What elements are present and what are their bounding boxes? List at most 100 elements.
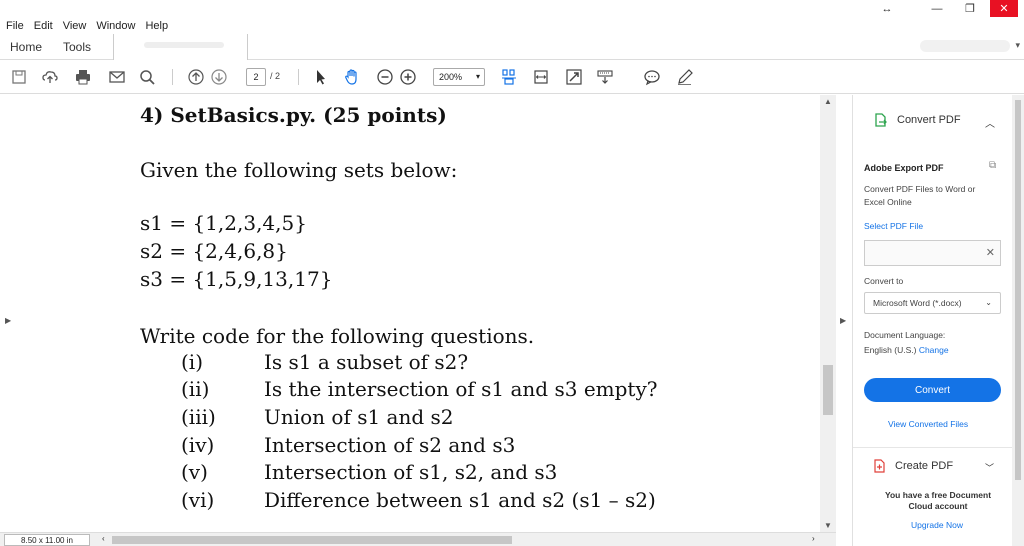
left-panel-toggle-icon[interactable]: ▶ bbox=[5, 316, 11, 325]
chevron-down-icon: ▾ bbox=[475, 72, 480, 81]
scroll-up-icon[interactable]: ▲ bbox=[824, 97, 832, 106]
tab-tools[interactable]: Tools bbox=[63, 34, 91, 60]
scroll-right-icon[interactable]: › bbox=[812, 534, 815, 543]
set-s3: s3 = {1,5,9,13,17} bbox=[140, 267, 333, 291]
title-bar: ↔ — ❐ ✕ bbox=[0, 0, 1024, 17]
close-button[interactable]: ✕ bbox=[990, 0, 1018, 17]
question-number: (v) bbox=[181, 460, 208, 484]
question-text: Union of s1 and s2 bbox=[264, 405, 454, 429]
toolbar: 2 / 2 200% ▾ bbox=[0, 60, 1024, 94]
tools-pane: Convert PDF ︿ Adobe Export PDF ⧉ Convert… bbox=[852, 95, 1013, 546]
create-pdf-header[interactable]: Create PDF bbox=[873, 459, 953, 473]
comment-icon[interactable] bbox=[643, 68, 661, 86]
scroll-left-icon[interactable]: ‹ bbox=[102, 534, 105, 543]
view-converted-files-link[interactable]: View Converted Files bbox=[888, 419, 968, 429]
question-text: Difference between s1 and s2 (s1 – s2) bbox=[264, 488, 656, 512]
document-language-label: Document Language: bbox=[864, 330, 946, 340]
scroll-mode-icon[interactable] bbox=[596, 68, 614, 86]
zoom-value: 200% bbox=[439, 72, 463, 82]
question-heading: 4) SetBasics.py. (25 points) bbox=[140, 103, 447, 127]
question-number: (iii) bbox=[181, 405, 216, 429]
tab-bar: Home Tools ▾ bbox=[0, 34, 1024, 60]
document-language-value: English (U.S.) bbox=[864, 345, 917, 355]
clear-file-icon[interactable]: ✕ bbox=[986, 246, 995, 259]
zoom-out-icon[interactable] bbox=[376, 68, 394, 86]
scrollbar-thumb[interactable] bbox=[823, 365, 833, 415]
horizontal-scrollbar-thumb[interactable] bbox=[112, 536, 512, 544]
pane-scrollbar[interactable] bbox=[1012, 95, 1024, 546]
menu-window[interactable]: Window bbox=[96, 20, 135, 32]
tab-home[interactable]: Home bbox=[10, 34, 42, 60]
format-select[interactable]: Microsoft Word (*.docx) ⌄ bbox=[864, 292, 1001, 314]
menu-help[interactable]: Help bbox=[145, 20, 168, 32]
right-panel-toggle-icon[interactable]: ▶ bbox=[840, 316, 846, 325]
status-bar: 8.50 x 11.00 in ‹ › bbox=[0, 532, 836, 546]
upgrade-now-link[interactable]: Upgrade Now bbox=[911, 520, 963, 530]
convert-pdf-header[interactable]: Convert PDF bbox=[873, 112, 961, 128]
menu-edit[interactable]: Edit bbox=[34, 20, 53, 32]
create-pdf-icon bbox=[874, 459, 885, 473]
question-text: Intersection of s1, s2, and s3 bbox=[264, 460, 558, 484]
chevron-down-icon[interactable]: ﹀ bbox=[985, 461, 994, 474]
question-text: Is s1 a subset of s2? bbox=[264, 350, 469, 374]
questions-intro: Write code for the following questions. bbox=[140, 324, 535, 348]
set-s2: s2 = {2,4,6,8} bbox=[140, 239, 288, 263]
pane-scrollbar-thumb[interactable] bbox=[1015, 100, 1021, 480]
print-icon[interactable] bbox=[74, 68, 92, 86]
menu-bar: File Edit View Window Help bbox=[0, 17, 1024, 34]
question-number: (ii) bbox=[181, 377, 210, 401]
selected-file-field[interactable]: ✕ bbox=[864, 240, 1001, 266]
scroll-down-icon[interactable]: ▼ bbox=[824, 521, 832, 530]
resize-icon[interactable]: ↔ bbox=[872, 0, 902, 17]
pen-icon[interactable] bbox=[676, 68, 694, 86]
free-account-notice: You have a free Document Cloud account bbox=[884, 490, 992, 511]
toolbar-divider bbox=[298, 69, 299, 85]
copy-icon: ⧉ bbox=[989, 160, 997, 171]
page-size-indicator: 8.50 x 11.00 in bbox=[4, 534, 90, 546]
question-number: (i) bbox=[181, 350, 204, 374]
document-tab[interactable] bbox=[113, 34, 248, 60]
page-total: / 2 bbox=[270, 71, 281, 81]
format-value: Microsoft Word (*.docx) bbox=[873, 298, 962, 308]
search-icon[interactable] bbox=[138, 68, 156, 86]
menu-view[interactable]: View bbox=[63, 20, 87, 32]
chevron-down-icon: ⌄ bbox=[985, 298, 992, 307]
convert-pdf-title: Convert PDF bbox=[897, 114, 961, 126]
maximize-button[interactable]: ❐ bbox=[955, 0, 985, 17]
zoom-select[interactable]: 200% ▾ bbox=[433, 68, 485, 86]
fit-width-icon[interactable] bbox=[532, 68, 550, 86]
upload-cloud-icon[interactable] bbox=[41, 68, 59, 86]
toolbar-divider bbox=[172, 69, 173, 85]
document-language: Document Language: English (U.S.) Change bbox=[864, 328, 949, 358]
email-icon[interactable] bbox=[108, 68, 126, 86]
minimize-button[interactable]: — bbox=[922, 0, 952, 17]
chevron-down-icon[interactable]: ▾ bbox=[1015, 40, 1020, 51]
export-pdf-title: Adobe Export PDF bbox=[864, 163, 944, 173]
question-number: (vi) bbox=[181, 488, 215, 512]
document-tab-title bbox=[144, 42, 224, 48]
fit-page-icon[interactable] bbox=[500, 68, 518, 86]
save-icon[interactable] bbox=[10, 68, 28, 86]
pane-divider bbox=[853, 447, 1013, 448]
hand-tool-icon[interactable] bbox=[343, 68, 361, 86]
convert-to-label: Convert to bbox=[864, 276, 904, 286]
vertical-scrollbar[interactable]: ▲ ▼ bbox=[820, 95, 836, 532]
export-description: Convert PDF Files to Word or Excel Onlin… bbox=[864, 184, 976, 207]
convert-pdf-icon bbox=[875, 113, 887, 127]
full-screen-icon[interactable] bbox=[565, 68, 583, 86]
select-pdf-link[interactable]: Select PDF File bbox=[864, 221, 923, 231]
convert-button[interactable]: Convert bbox=[864, 378, 1001, 402]
change-language-link[interactable]: Change bbox=[919, 345, 949, 355]
zoom-in-icon[interactable] bbox=[399, 68, 417, 86]
question-text: Intersection of s2 and s3 bbox=[264, 433, 516, 457]
menu-file[interactable]: File bbox=[6, 20, 24, 32]
create-pdf-title: Create PDF bbox=[895, 460, 954, 472]
account-menu[interactable] bbox=[920, 40, 1010, 52]
question-text: Is the intersection of s1 and s3 empty? bbox=[264, 377, 658, 401]
chevron-up-icon[interactable]: ︿ bbox=[985, 115, 995, 130]
next-page-icon[interactable] bbox=[210, 68, 228, 86]
select-cursor-icon[interactable] bbox=[312, 68, 330, 86]
set-s1: s1 = {1,2,3,4,5} bbox=[140, 211, 307, 235]
previous-page-icon[interactable] bbox=[187, 68, 205, 86]
page-number-input[interactable]: 2 bbox=[246, 68, 266, 86]
